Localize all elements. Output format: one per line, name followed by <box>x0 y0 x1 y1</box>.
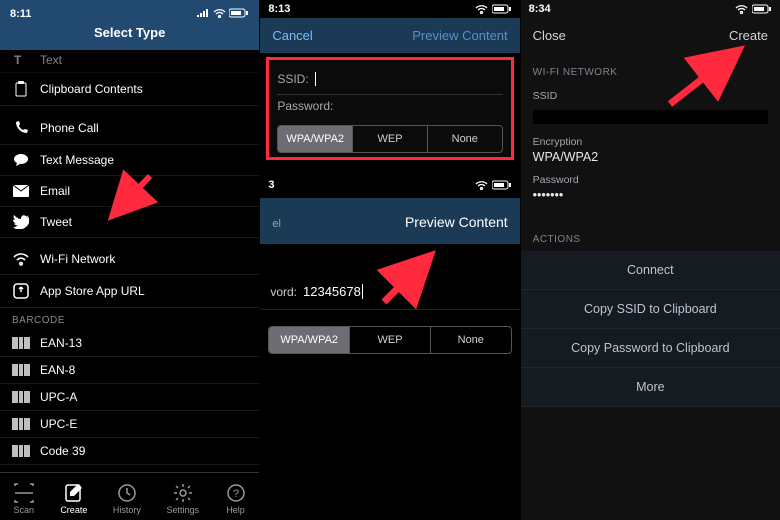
list-item-label: UPC-E <box>40 417 77 431</box>
password-value[interactable]: 12345678 <box>303 284 363 299</box>
barcode-icon <box>12 391 30 403</box>
svg-text:T: T <box>14 53 22 67</box>
ssid-input[interactable] <box>315 72 503 86</box>
password-masked: ••••••• <box>533 188 768 202</box>
list-item-label: UPC-A <box>40 390 77 404</box>
list-item-label: EAN-13 <box>40 336 82 350</box>
settings-icon <box>172 483 194 503</box>
list-item-label: Text <box>40 53 62 67</box>
list-item-label: EAN-8 <box>40 363 75 377</box>
password-label: Password: <box>277 99 333 113</box>
list-item-tweet[interactable]: Tweet <box>0 207 259 238</box>
phone-icon <box>12 120 30 136</box>
list-item-upc-e[interactable]: UPC-E <box>0 411 259 438</box>
clipboard-icon <box>12 81 30 97</box>
status-time: 8:13 <box>268 3 290 15</box>
wifi-icon <box>12 252 30 266</box>
appstore-icon <box>12 283 30 299</box>
status-time: 8:34 <box>529 3 551 15</box>
chat-icon <box>12 153 30 167</box>
create-icon <box>63 483 85 503</box>
list-item-text[interactable]: T Text <box>0 50 259 73</box>
status-leftover: 3 <box>268 179 274 191</box>
ssid-label: SSID: <box>277 72 308 86</box>
form-highlight-box: SSID: Password: WPA/WPA2WEPNone <box>266 57 513 160</box>
segment-wpa-wpa2[interactable]: WPA/WPA2 <box>269 327 349 353</box>
tab-settings[interactable]: Settings <box>166 483 199 515</box>
encryption-label: Encryption <box>533 136 768 148</box>
segment-wpa-wpa2[interactable]: WPA/WPA2 <box>278 126 352 152</box>
segment-wep[interactable]: WEP <box>352 126 427 152</box>
ssid-label: SSID <box>533 90 768 102</box>
action-copy-ssid-to-clipboard[interactable]: Copy SSID to Clipboard <box>521 290 780 329</box>
section-label-wifi: WI-FI NETWORK <box>521 53 780 84</box>
status-right-icons <box>475 4 512 14</box>
list-item-wi-fi-network[interactable]: Wi-Fi Network <box>0 244 259 275</box>
password-partial-label: vord: <box>270 285 297 299</box>
preview-content-button[interactable]: Preview Content <box>405 214 508 230</box>
close-button[interactable]: Close <box>533 28 566 43</box>
segment-wep[interactable]: WEP <box>349 327 430 353</box>
tab-label: Scan <box>14 505 35 515</box>
help-icon: ? <box>225 483 247 503</box>
action-more[interactable]: More <box>521 368 780 407</box>
list-item-ean-8[interactable]: EAN-8 <box>0 357 259 384</box>
list-item-app-store-app-url[interactable]: App Store App URL <box>0 275 259 308</box>
list-item-label: Code 39 <box>40 444 85 458</box>
list-item-label: App Store App URL <box>40 284 145 298</box>
list-item-label: Clipboard Contents <box>40 82 143 96</box>
text-icon: T <box>12 52 30 68</box>
scan-icon <box>13 483 35 503</box>
list-item-label: Email <box>40 184 70 198</box>
list-item-label: Phone Call <box>40 121 99 135</box>
preview-content-button-dim[interactable]: Preview Content <box>412 28 507 43</box>
list-item-label: Tweet <box>40 215 72 229</box>
navbar: Cancel Preview Content <box>260 18 519 53</box>
tab-history[interactable]: History <box>113 483 141 515</box>
section-label-barcode: Barcode <box>0 308 259 330</box>
twitter-icon <box>12 215 30 229</box>
segment-none[interactable]: None <box>430 327 511 353</box>
barcode-icon <box>12 364 30 376</box>
wifi-status-icon <box>213 9 226 18</box>
list-item-text-message[interactable]: Text Message <box>0 145 259 176</box>
tab-create[interactable]: Create <box>60 483 87 515</box>
tab-scan[interactable]: Scan <box>13 483 35 515</box>
password-label: Password <box>533 174 768 186</box>
mail-icon <box>12 185 30 197</box>
header-select-type: 8:11 Select Type <box>0 0 259 50</box>
cancel-button[interactable]: Cancel <box>272 28 312 43</box>
history-icon <box>116 483 138 503</box>
cancel-partial: el <box>272 218 281 230</box>
create-button[interactable]: Create <box>729 28 768 43</box>
list-item-ean-13[interactable]: EAN-13 <box>0 330 259 357</box>
list-item-upc-a[interactable]: UPC-A <box>0 384 259 411</box>
tab-label: Create <box>60 505 87 515</box>
page-title: Select Type <box>0 25 259 40</box>
encryption-value: WPA/WPA2 <box>533 150 768 164</box>
tab-label: Help <box>226 505 245 515</box>
list-item-code-39[interactable]: Code 39 <box>0 438 259 465</box>
action-connect[interactable]: Connect <box>521 251 780 290</box>
segment-none[interactable]: None <box>427 126 502 152</box>
battery-icon <box>229 8 249 18</box>
list-item-clipboard-contents[interactable]: Clipboard Contents <box>0 73 259 106</box>
section-label-actions: ACTIONS <box>521 220 780 251</box>
svg-text:?: ? <box>233 488 239 500</box>
tab-label: History <box>113 505 141 515</box>
list-item-label: Wi-Fi Network <box>40 252 115 266</box>
tab-label: Settings <box>166 505 199 515</box>
barcode-icon <box>12 337 30 349</box>
status-right-icons <box>196 8 249 21</box>
list-item-code-93[interactable]: Code 93 <box>0 465 259 472</box>
ssid-value-redacted <box>533 110 768 124</box>
list-item-phone-call[interactable]: Phone Call <box>0 112 259 145</box>
status-time: 8:11 <box>10 8 31 21</box>
tab-help[interactable]: ? Help <box>225 483 247 515</box>
list-item-email[interactable]: Email <box>0 176 259 207</box>
action-copy-password-to-clipboard[interactable]: Copy Password to Clipboard <box>521 329 780 368</box>
barcode-icon <box>12 418 30 430</box>
list-item-label: Text Message <box>40 153 114 167</box>
barcode-icon <box>12 445 30 457</box>
